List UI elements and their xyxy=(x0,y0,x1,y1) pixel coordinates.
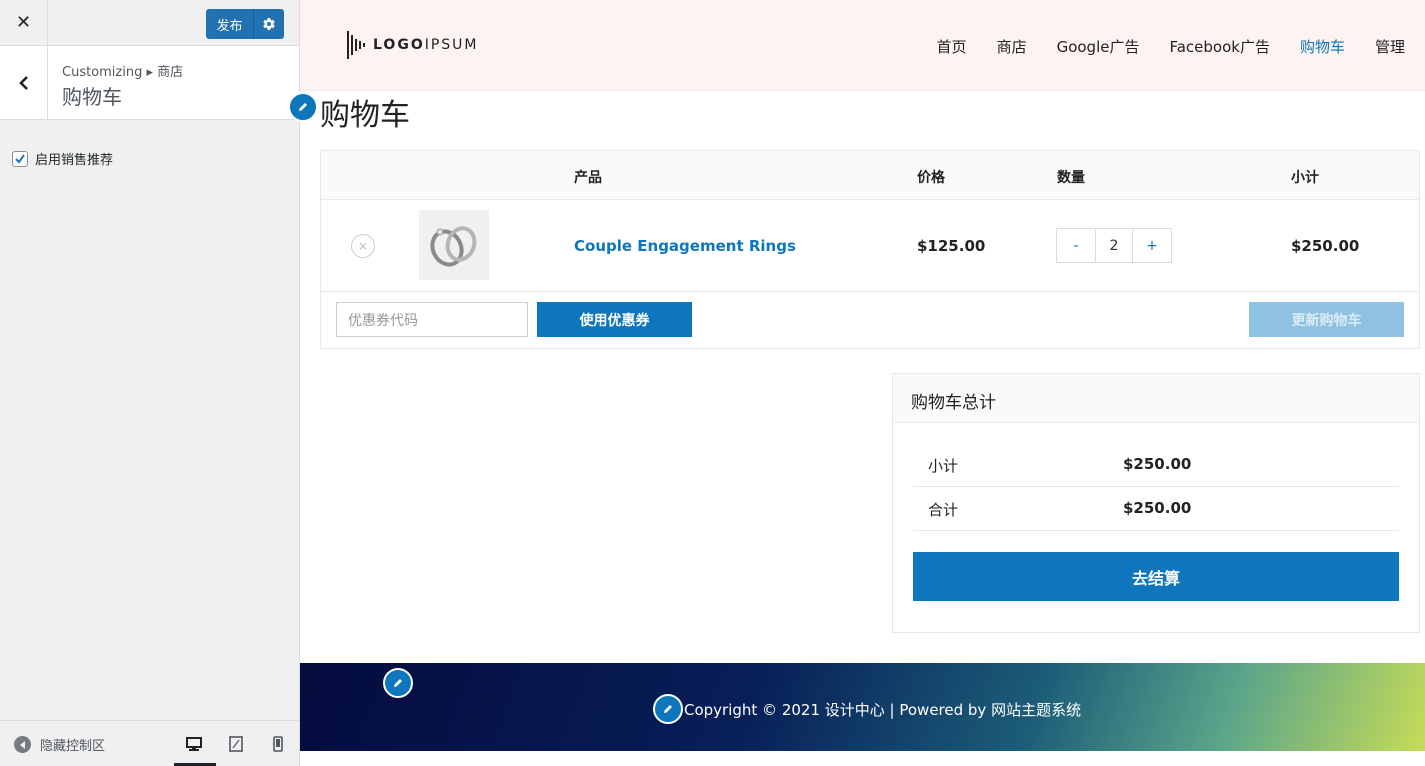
desktop-icon xyxy=(186,737,202,751)
customizer-header: ✕ 发布 xyxy=(0,0,299,46)
section-title: 购物车 xyxy=(62,85,122,109)
page-title: 购物车 xyxy=(320,98,410,133)
mobile-icon xyxy=(273,736,283,752)
checkout-button[interactable]: 去结算 xyxy=(913,552,1399,601)
main-nav: 首页 商店 Google广告 Facebook广告 购物车 管理 xyxy=(907,36,1405,57)
preview-tablet-button[interactable] xyxy=(222,731,250,757)
totals-total-row: 合计 $250.00 xyxy=(913,487,1399,531)
nav-item-google-ads[interactable]: Google广告 xyxy=(1057,36,1140,57)
coupon-code-input[interactable]: 优惠券代码 xyxy=(336,302,528,337)
nav-item-facebook-ads[interactable]: Facebook广告 xyxy=(1169,36,1269,57)
quantity-stepper: - 2 + xyxy=(1056,228,1172,263)
edit-shortcut-footer-widgets[interactable] xyxy=(383,668,413,698)
customizer-footer: 隐藏控制区 xyxy=(0,720,299,766)
quantity-decrease-button[interactable]: - xyxy=(1057,229,1095,262)
chevron-left-icon xyxy=(18,75,28,90)
upsell-option[interactable]: 启用销售推荐 xyxy=(12,149,113,168)
arrow-left-circle-icon xyxy=(14,736,31,753)
back-button[interactable] xyxy=(0,46,48,119)
column-subtotal: 小计 xyxy=(1291,170,1319,186)
cart-totals: 购物车总计 小计 $250.00 合计 $250.00 去结算 xyxy=(892,373,1420,633)
site-logo[interactable]: LOGOIPSUM xyxy=(347,31,479,59)
totals-subtotal-label: 小计 xyxy=(928,457,959,475)
totals-subtotal-value: $250.00 xyxy=(1123,455,1192,473)
update-cart-button[interactable]: 更新购物车 xyxy=(1249,302,1404,337)
publish-settings-button[interactable] xyxy=(254,9,284,39)
publish-button[interactable]: 发布 xyxy=(206,9,254,39)
remove-item-button[interactable]: × xyxy=(351,234,375,258)
publish-group: 发布 xyxy=(206,9,284,39)
column-quantity: 数量 xyxy=(1057,170,1085,186)
pencil-icon xyxy=(664,705,672,713)
tablet-icon xyxy=(229,736,243,752)
table-row: × Couple Engagement Rings $125.00 - 2 + … xyxy=(321,200,1419,292)
logo-text: LOGOIPSUM xyxy=(373,37,479,53)
cart-table: 产品 价格 数量 小计 × Couple Engagement Rings $1… xyxy=(320,150,1420,349)
product-thumbnail[interactable] xyxy=(419,210,489,280)
logo-mark-icon xyxy=(347,31,365,59)
edit-shortcut-title[interactable] xyxy=(288,92,318,122)
nav-item-shop[interactable]: 商店 xyxy=(997,36,1027,57)
totals-total-value: $250.00 xyxy=(1123,499,1192,517)
cart-totals-title: 购物车总计 xyxy=(893,374,1419,423)
close-icon: ✕ xyxy=(15,12,32,33)
nav-item-home[interactable]: 首页 xyxy=(937,36,967,57)
column-price: 价格 xyxy=(917,170,945,186)
gear-icon xyxy=(263,18,275,30)
quantity-input[interactable]: 2 xyxy=(1095,229,1133,262)
close-customizer-button[interactable]: ✕ xyxy=(0,0,48,45)
upsell-option-label: 启用销售推荐 xyxy=(35,153,114,168)
product-subtotal: $250.00 xyxy=(1291,237,1360,255)
column-product: 产品 xyxy=(574,170,602,186)
apply-coupon-button[interactable]: 使用优惠券 xyxy=(537,302,692,337)
quantity-increase-button[interactable]: + xyxy=(1133,229,1171,262)
collapse-label: 隐藏控制区 xyxy=(40,739,106,754)
preview-desktop-button[interactable] xyxy=(180,731,208,757)
collapse-sidebar-button[interactable]: 隐藏控制区 xyxy=(14,735,105,754)
edit-shortcut-copyright[interactable] xyxy=(653,694,683,724)
totals-total-label: 合计 xyxy=(928,501,959,519)
site-footer: Copyright © 2021 设计中心 | Powered by 网站主题系… xyxy=(300,663,1425,751)
site-header: LOGOIPSUM 首页 商店 Google广告 Facebook广告 购物车 … xyxy=(300,0,1425,91)
preview-mobile-button[interactable] xyxy=(264,731,292,757)
section-header: Customizing ▸ 商店 购物车 xyxy=(0,46,299,120)
site-preview: LOGOIPSUM 首页 商店 Google广告 Facebook广告 购物车 … xyxy=(288,0,1425,766)
close-icon: × xyxy=(357,239,369,253)
breadcrumb: Customizing ▸ 商店 xyxy=(62,65,184,80)
copyright-text: Copyright © 2021 设计中心 | Powered by 网站主题系… xyxy=(684,701,1082,719)
checkmark-icon xyxy=(15,153,25,164)
rings-image-icon xyxy=(430,226,477,267)
pencil-icon xyxy=(299,103,307,111)
product-price: $125.00 xyxy=(917,237,986,255)
cart-table-header: 产品 价格 数量 小计 xyxy=(321,151,1419,200)
totals-subtotal-row: 小计 $250.00 xyxy=(913,443,1399,487)
customizer-sidebar: ✕ 发布 Customizing ▸ 商店 购物车 启用销售推荐 隐藏控制区 xyxy=(0,0,300,766)
product-name-link[interactable]: Couple Engagement Rings xyxy=(574,237,796,255)
nav-item-cart[interactable]: 购物车 xyxy=(1300,36,1345,57)
pencil-icon xyxy=(394,679,402,687)
upsell-checkbox[interactable] xyxy=(12,150,28,167)
nav-item-admin[interactable]: 管理 xyxy=(1375,36,1405,57)
